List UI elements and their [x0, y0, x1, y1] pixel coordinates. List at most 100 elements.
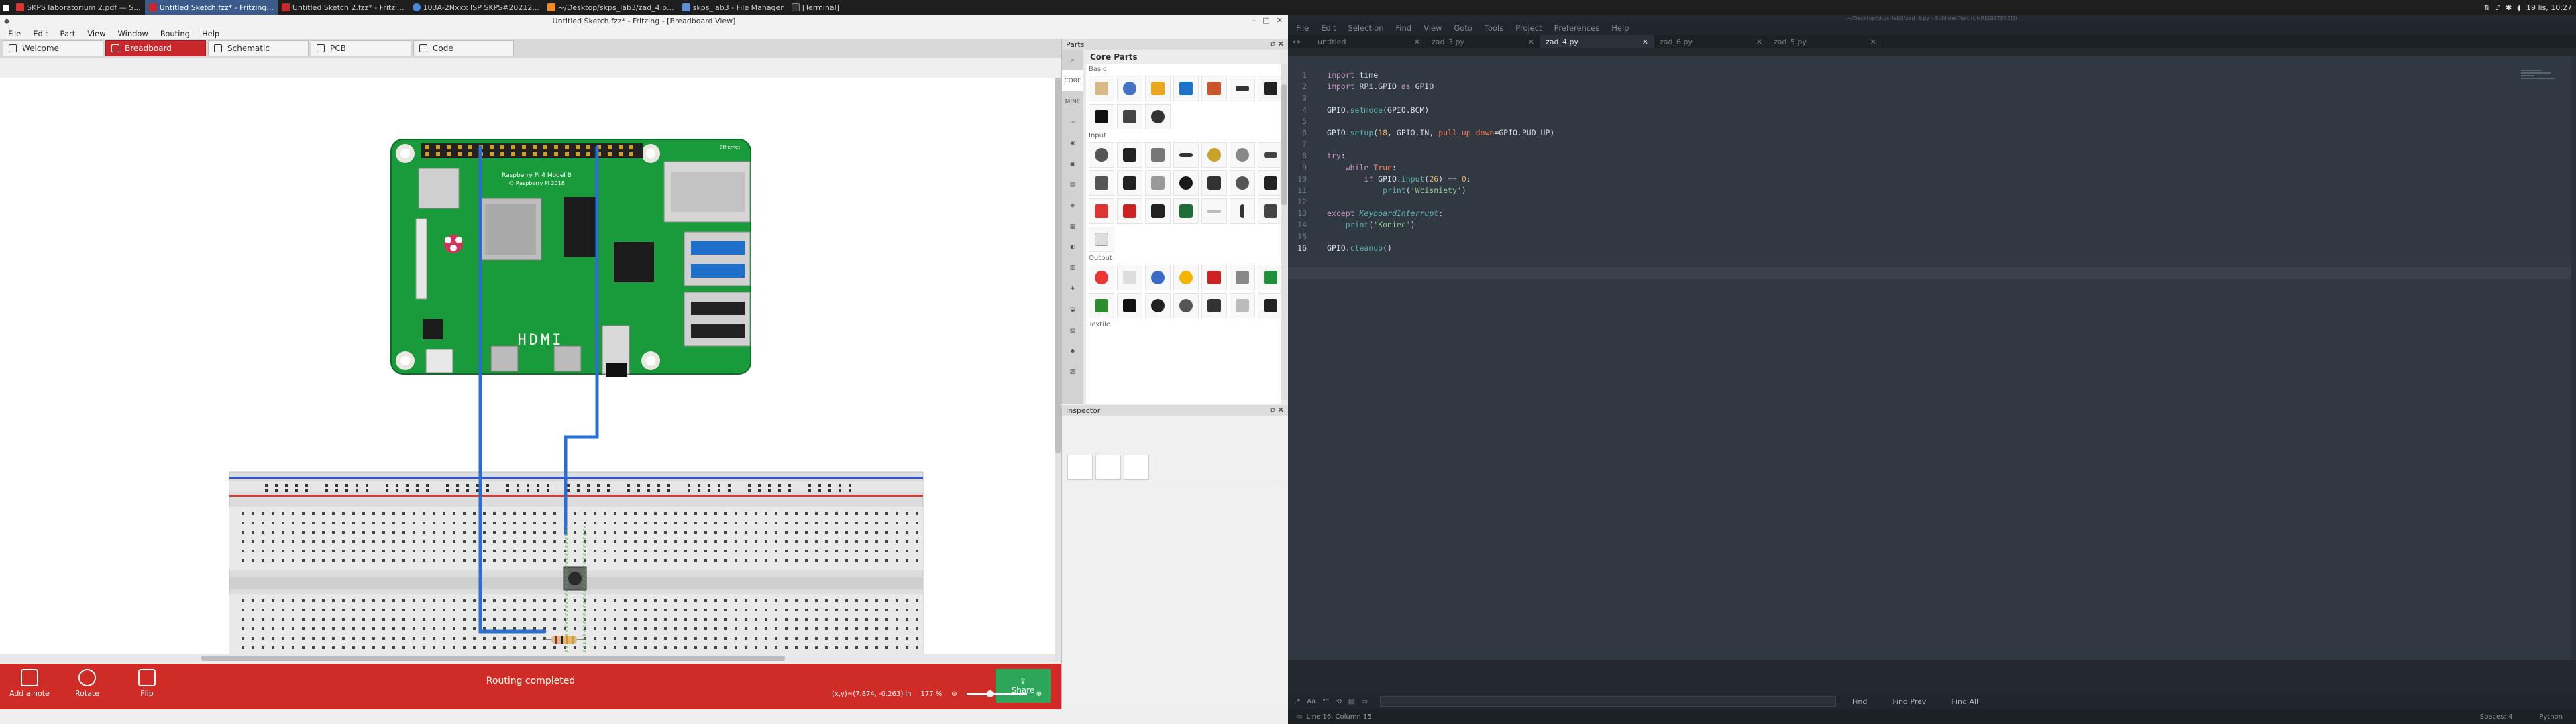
menu-file[interactable]: File — [8, 29, 21, 38]
close-icon[interactable]: ✕ — [1642, 38, 1648, 46]
bin-icon[interactable]: ◈ — [1062, 195, 1083, 216]
dock-float-icon[interactable]: ⧉ ✕ — [1270, 406, 1284, 415]
taskbar-task-fritzing[interactable]: Untitled Sketch.fzz* - Fritzing... — [144, 0, 278, 15]
part-input[interactable] — [1201, 170, 1227, 196]
close-icon[interactable]: ✕ — [1528, 38, 1534, 46]
tab-zad3[interactable]: zad_3.py ✕ — [1426, 35, 1540, 48]
part-input[interactable] — [1173, 198, 1199, 224]
part-output[interactable] — [1173, 265, 1199, 290]
bin-icon[interactable]: ∞ — [1062, 112, 1083, 133]
part-output[interactable] — [1145, 265, 1171, 290]
bin-mine[interactable]: MINE — [1062, 91, 1083, 112]
part-led[interactable] — [1089, 265, 1114, 290]
breadboard-canvas[interactable]: Raspberry Pi 4 Model B © Raspberry Pi 20… — [0, 78, 1055, 662]
part-output[interactable] — [1230, 293, 1255, 318]
part-output[interactable] — [1258, 265, 1281, 290]
part-input[interactable] — [1258, 170, 1281, 196]
zoom-in-icon[interactable]: ⊕ — [1036, 690, 1042, 698]
minimap[interactable] — [2521, 70, 2561, 90]
part-input[interactable] — [1258, 198, 1281, 224]
raspberry-pi-board[interactable]: Raspberry Pi 4 Model B © Raspberry Pi 20… — [390, 139, 751, 377]
panel-toggle-icon[interactable]: ▭ — [1296, 713, 1302, 721]
part-input[interactable] — [1173, 170, 1199, 196]
part-output[interactable] — [1117, 265, 1142, 290]
find-all-button[interactable]: Find All — [1942, 695, 1988, 707]
volume-icon[interactable]: ◖ — [2517, 3, 2521, 12]
part-input[interactable] — [1201, 198, 1227, 224]
bin-icon[interactable]: ✚ — [1062, 278, 1083, 299]
menu-window[interactable]: Window — [118, 29, 148, 38]
part-output[interactable] — [1089, 293, 1114, 318]
part-output[interactable] — [1201, 265, 1227, 290]
editor-scrollbar[interactable] — [2571, 56, 2576, 660]
zoom-out-icon[interactable]: ⊖ — [951, 690, 957, 698]
part-mystery[interactable] — [1145, 104, 1171, 129]
menu-preferences[interactable]: Preferences — [1554, 23, 1600, 33]
syntax-setting[interactable]: Python — [2539, 713, 2563, 721]
zoom-slider[interactable] — [966, 690, 1027, 697]
menu-help[interactable]: Help — [1611, 23, 1629, 33]
bluetooth-icon[interactable]: ✱ — [2506, 3, 2512, 12]
part-input[interactable] — [1117, 170, 1142, 196]
bin-core[interactable]: CORE — [1062, 70, 1083, 91]
part-output[interactable] — [1145, 293, 1171, 318]
part-transistor[interactable] — [1258, 76, 1281, 101]
bin-icon[interactable]: ◐ — [1062, 237, 1083, 257]
maximize-icon[interactable]: □ — [1263, 16, 1269, 25]
tab-schematic[interactable]: Schematic — [208, 40, 309, 56]
word-icon[interactable]: “” — [1322, 698, 1329, 705]
code-content[interactable]: import time import RPi.GPIO as GPIO GPIO.s… — [1327, 70, 1554, 254]
part-ic[interactable] — [1089, 104, 1114, 129]
wrap-icon[interactable]: ⟲ — [1336, 698, 1342, 705]
regex-icon[interactable]: .* — [1295, 698, 1300, 705]
bell-icon[interactable]: ♪ — [2496, 3, 2500, 12]
find-input[interactable] — [1379, 696, 1836, 707]
find-button[interactable]: Find — [1843, 695, 1877, 707]
window-menu-icon[interactable]: ◆ — [4, 17, 9, 25]
part-input[interactable] — [1230, 170, 1255, 196]
menu-view[interactable]: View — [87, 29, 105, 38]
part-input[interactable] — [1089, 170, 1114, 196]
tab-code[interactable]: Code — [413, 40, 514, 56]
network-icon[interactable]: ⇅ — [2484, 3, 2490, 12]
bin-icon[interactable]: ▨ — [1062, 361, 1083, 382]
part-input[interactable] — [1145, 142, 1171, 168]
tab-zad4[interactable]: zad_4.py ✕ — [1540, 35, 1654, 48]
bin-icon[interactable]: ◒ — [1062, 299, 1083, 320]
canvas-vertical-scrollbar[interactable] — [1055, 78, 1061, 662]
part-input[interactable] — [1117, 198, 1142, 224]
bin-icon[interactable]: ▦ — [1062, 216, 1083, 237]
taskbar-task-browser[interactable]: 103A-2Nxxx ISP SKPS#20212... — [409, 0, 543, 15]
part-input[interactable] — [1145, 198, 1171, 224]
menu-edit[interactable]: Edit — [1321, 23, 1336, 33]
close-icon[interactable]: ✕ — [1277, 16, 1283, 25]
code-editor[interactable]: 1 2 3 4 5 6 7 8 9 10 11 12 13 14 15 16 i… — [1288, 56, 2576, 660]
menu-goto[interactable]: Goto — [1454, 23, 1472, 33]
taskbar-task-file-manager[interactable]: skps_lab3 - File Manager — [678, 0, 788, 15]
part-input[interactable] — [1089, 198, 1114, 224]
search-icon[interactable]: ⌕ — [1062, 50, 1083, 70]
indentation-setting[interactable]: Spaces: 4 — [2480, 713, 2513, 721]
minimize-icon[interactable]: – — [1252, 16, 1256, 25]
part-capacitor-ceramic[interactable] — [1173, 76, 1199, 101]
menu-edit[interactable]: Edit — [33, 29, 48, 38]
tab-nav-icon[interactable]: ◂ ▸ — [1288, 38, 1312, 46]
part-input[interactable] — [1089, 227, 1114, 252]
taskbar-task-terminal[interactable]: [Terminal] — [788, 0, 843, 15]
part-diode[interactable] — [1230, 76, 1255, 101]
close-icon[interactable]: ✕ — [1414, 38, 1420, 46]
tab-zad5[interactable]: zad_5.py ✕ — [1768, 35, 1882, 48]
bin-icon[interactable]: ◆ — [1062, 341, 1083, 361]
start-menu-icon[interactable]: ■ — [0, 0, 12, 15]
canvas-horizontal-scrollbar[interactable] — [0, 654, 1055, 662]
bin-icon[interactable]: ▣ — [1062, 154, 1083, 174]
tab-welcome[interactable]: Welcome — [3, 40, 103, 56]
taskbar-task-pdf[interactable]: SKPS laboratorium 2.pdf — S... — [12, 0, 145, 15]
clock[interactable]: 19 lis, 10:27 — [2526, 3, 2572, 12]
part-rotary[interactable] — [1117, 76, 1142, 101]
part-output[interactable] — [1201, 293, 1227, 318]
menu-help[interactable]: Help — [202, 29, 219, 38]
part-output[interactable] — [1117, 293, 1142, 318]
bin-icon[interactable]: ◉ — [1062, 133, 1083, 154]
part-input[interactable] — [1230, 198, 1255, 224]
